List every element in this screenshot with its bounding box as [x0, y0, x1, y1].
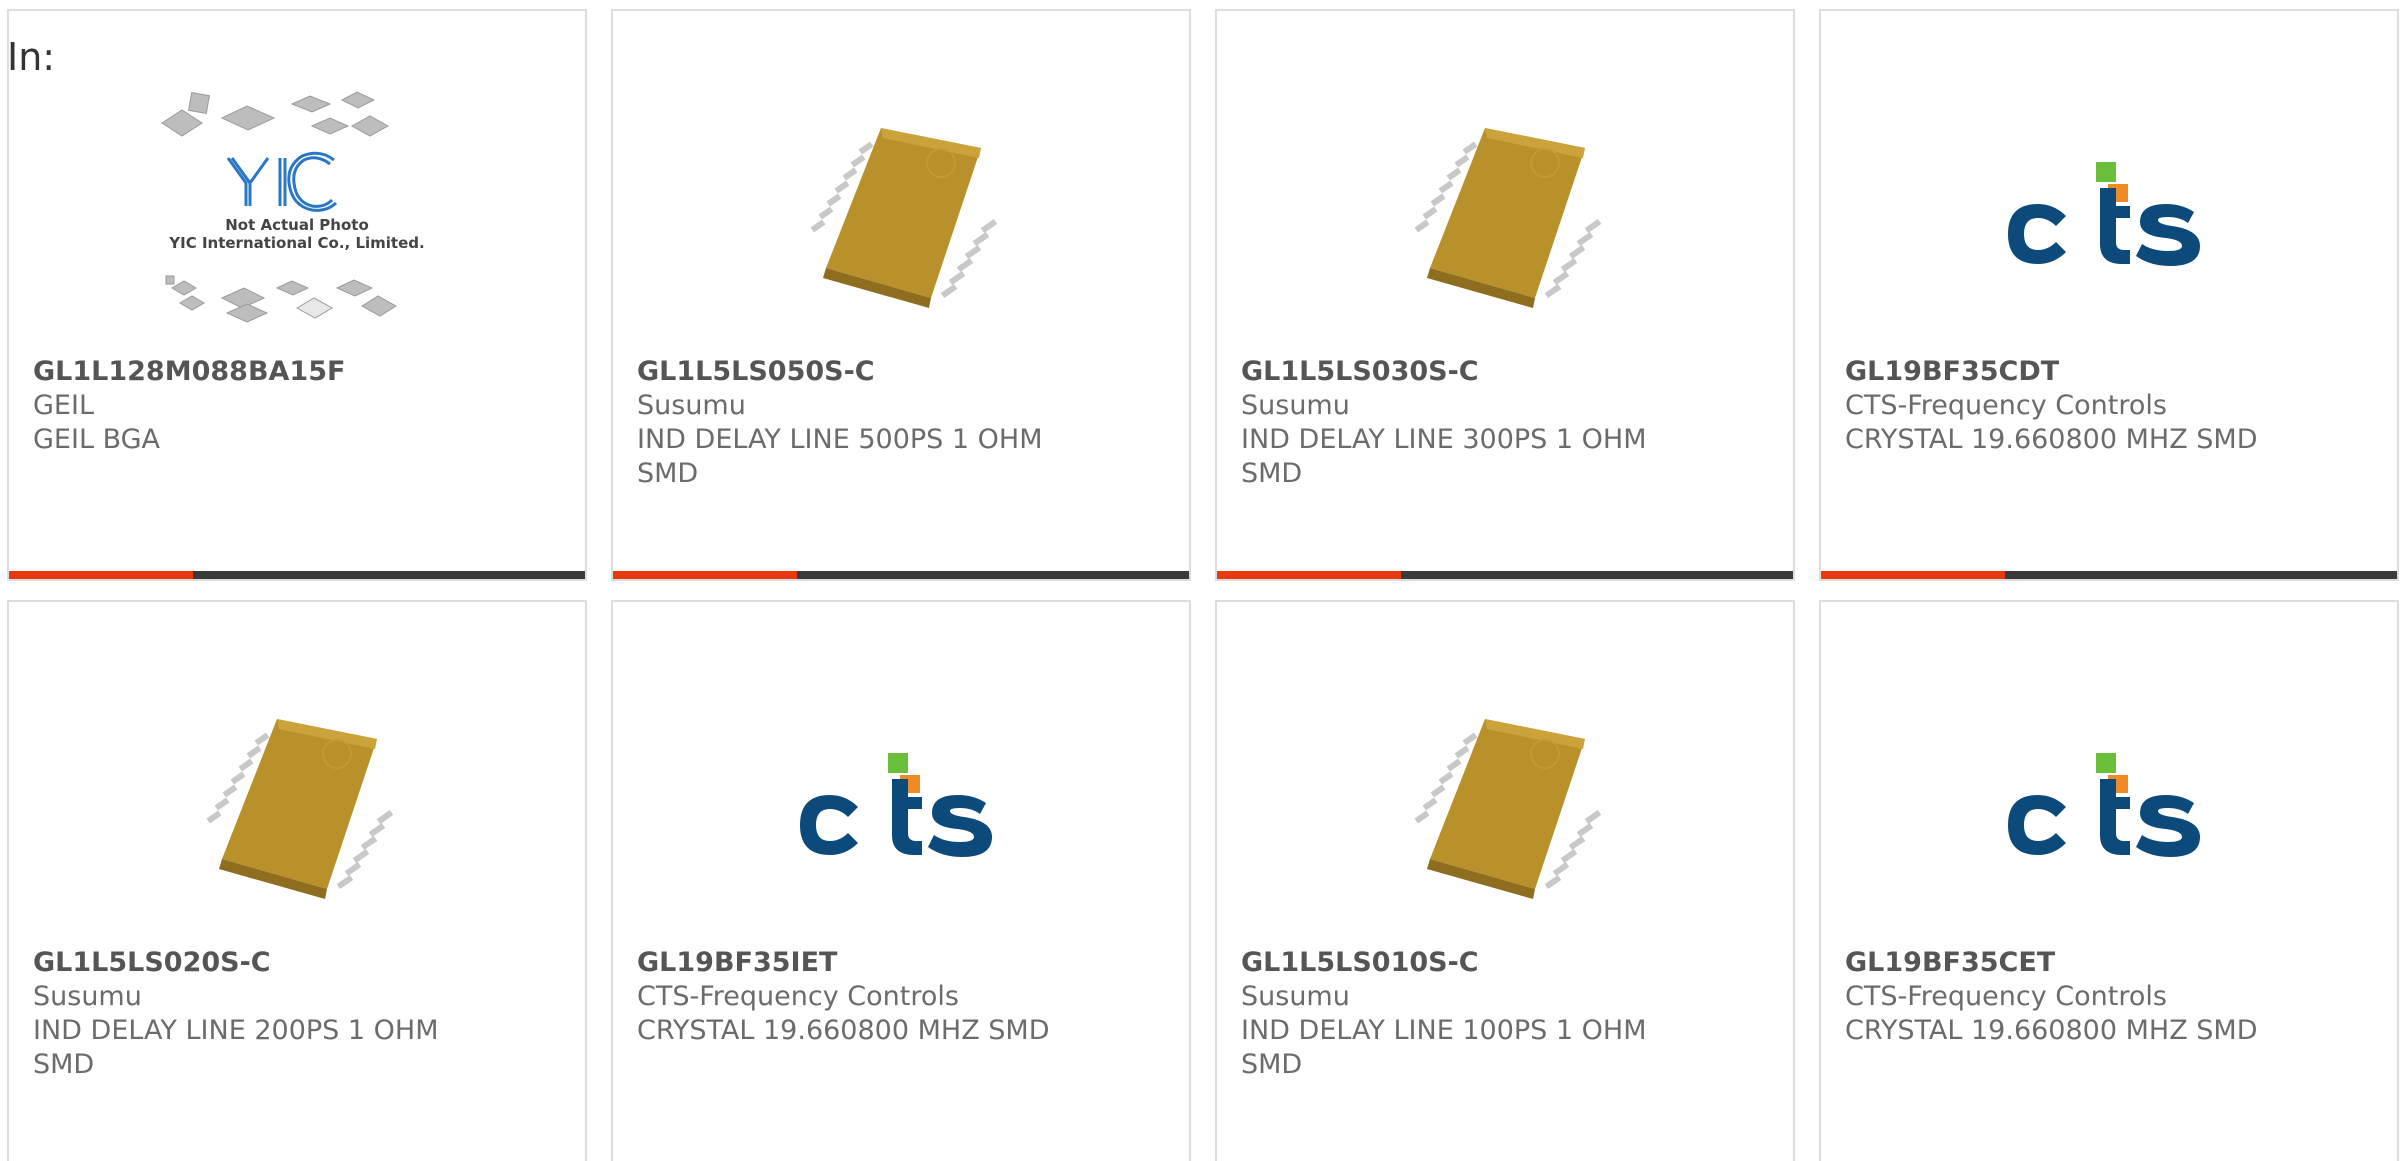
product-card[interactable]: Not Actual Photo YIC International Co., … [7, 9, 587, 581]
chip-icon [206, 719, 394, 899]
product-card[interactable]: GL1L5LS030S-C Susumu IND DELAY LINE 300P… [1215, 9, 1795, 581]
cts-logo-icon [2008, 753, 2200, 857]
product-image[interactable] [613, 674, 1189, 944]
description: CRYSTAL 19.660800 MHZ SMD [637, 1015, 1050, 1046]
manufacturer: Susumu [33, 981, 142, 1012]
product-image[interactable] [1821, 83, 2397, 353]
product-info: GL1L5LS050S-C Susumu IND DELAY LINE 500P… [637, 355, 1165, 491]
product-image[interactable] [1217, 83, 1793, 353]
description: IND DELAY LINE 500PS 1 OHM SMD [637, 424, 1043, 489]
description: GEIL BGA [33, 424, 161, 455]
chip-icon [810, 128, 998, 308]
progress-fill [613, 571, 798, 579]
progress-fill [1217, 571, 1402, 579]
description: IND DELAY LINE 200PS 1 OHM SMD [33, 1015, 439, 1080]
description: IND DELAY LINE 300PS 1 OHM SMD [1241, 424, 1647, 489]
product-info: GL1L5LS020S-C Susumu IND DELAY LINE 200P… [33, 946, 561, 1082]
product-card[interactable]: GL19BF35CDT CTS-Frequency Controls CRYST… [1819, 9, 2399, 581]
progress-bar [9, 571, 585, 579]
part-number-link[interactable]: GL19BF35CDT [1845, 355, 2373, 389]
description: CRYSTAL 19.660800 MHZ SMD [1845, 424, 2258, 455]
manufacturer: CTS-Frequency Controls [1845, 981, 2167, 1012]
product-image[interactable] [613, 83, 1189, 353]
progress-fill [9, 571, 194, 579]
product-info: GL1L5LS030S-C Susumu IND DELAY LINE 300P… [1241, 355, 1769, 491]
product-card[interactable]: GL19BF35IET CTS-Frequency Controls CRYST… [611, 600, 1191, 1161]
part-number-link[interactable]: GL19BF35IET [637, 946, 1165, 980]
product-image[interactable] [1217, 674, 1793, 944]
in-label: In: [7, 35, 56, 79]
product-info: GL19BF35IET CTS-Frequency Controls CRYST… [637, 946, 1165, 1048]
product-info: GL19BF35CET CTS-Frequency Controls CRYST… [1845, 946, 2373, 1048]
manufacturer: Susumu [637, 390, 746, 421]
yic-logo-y [230, 157, 270, 206]
product-image[interactable] [1821, 674, 2397, 944]
progress-bar [1821, 571, 2397, 579]
product-info: GL19BF35CDT CTS-Frequency Controls CRYST… [1845, 355, 2373, 457]
cts-logo-icon [2008, 162, 2200, 266]
product-card[interactable]: GL19BF35CET CTS-Frequency Controls CRYST… [1819, 600, 2399, 1161]
manufacturer: GEIL [33, 390, 94, 421]
part-number-link[interactable]: GL1L5LS020S-C [33, 946, 561, 980]
progress-bar [613, 571, 1189, 579]
chip-icon [1414, 128, 1602, 308]
product-card[interactable]: GL1L5LS050S-C Susumu IND DELAY LINE 500P… [611, 9, 1191, 581]
part-number-link[interactable]: GL19BF35CET [1845, 946, 2373, 980]
progress-bar [1217, 571, 1793, 579]
product-info: GL1L128M088BA15F GEIL GEIL BGA [33, 355, 561, 457]
photo-note-2: YIC International Co., Limited. [168, 234, 424, 252]
product-image[interactable] [9, 674, 585, 944]
progress-fill [1821, 571, 2006, 579]
product-image[interactable]: Not Actual Photo YIC International Co., … [9, 83, 585, 353]
chip-icon [1414, 719, 1602, 899]
part-number-link[interactable]: GL1L128M088BA15F [33, 355, 561, 389]
manufacturer: CTS-Frequency Controls [1845, 390, 2167, 421]
manufacturer: CTS-Frequency Controls [637, 981, 959, 1012]
description: CRYSTAL 19.660800 MHZ SMD [1845, 1015, 2258, 1046]
product-info: GL1L5LS010S-C Susumu IND DELAY LINE 100P… [1241, 946, 1769, 1082]
manufacturer: Susumu [1241, 981, 1350, 1012]
description: IND DELAY LINE 100PS 1 OHM SMD [1241, 1015, 1647, 1080]
manufacturer: Susumu [1241, 390, 1350, 421]
cts-logo-icon [800, 753, 992, 857]
part-number-link[interactable]: GL1L5LS050S-C [637, 355, 1165, 389]
photo-note-1: Not Actual Photo [225, 216, 369, 234]
product-card[interactable]: GL1L5LS010S-C Susumu IND DELAY LINE 100P… [1215, 600, 1795, 1161]
product-card[interactable]: GL1L5LS020S-C Susumu IND DELAY LINE 200P… [7, 600, 587, 1161]
part-number-link[interactable]: GL1L5LS030S-C [1241, 355, 1769, 389]
part-number-link[interactable]: GL1L5LS010S-C [1241, 946, 1769, 980]
